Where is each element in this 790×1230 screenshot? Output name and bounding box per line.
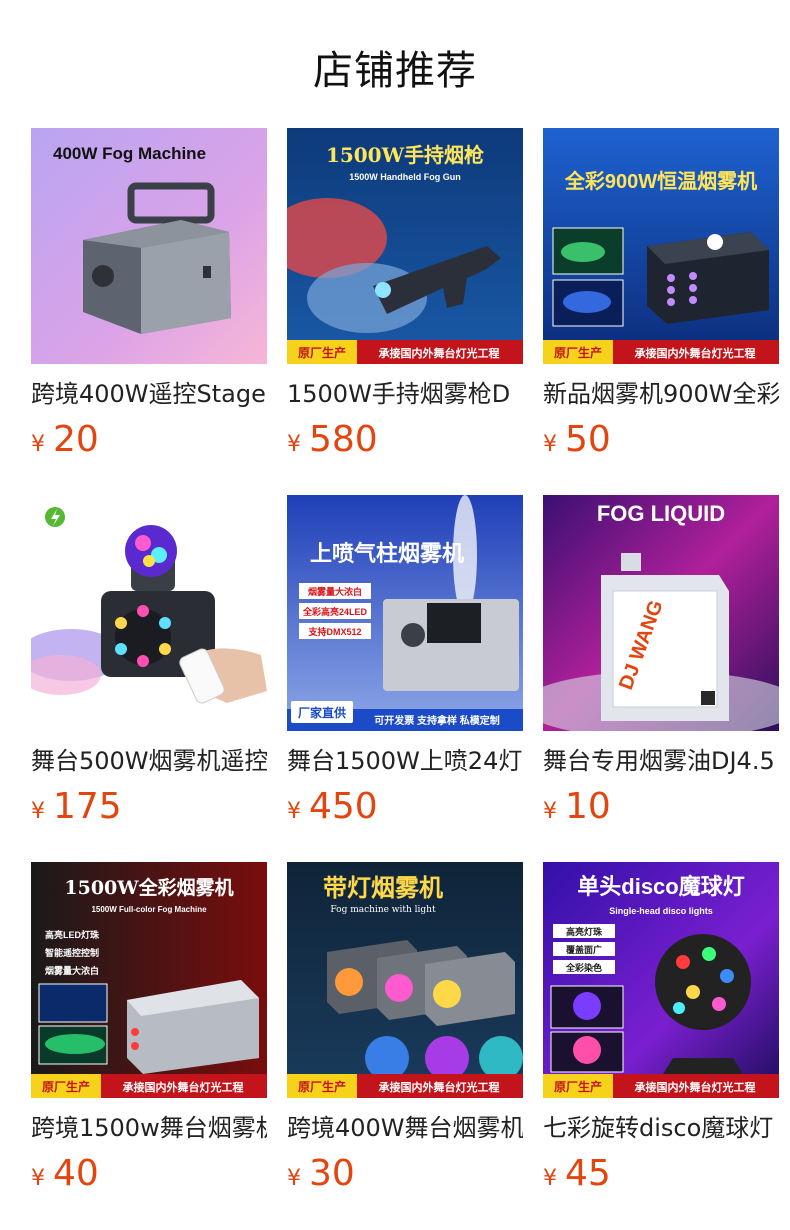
currency-symbol: ¥	[31, 1166, 45, 1191]
image-caption: 厂家直供	[298, 705, 346, 720]
currency-symbol: ¥	[31, 799, 45, 824]
currency-symbol: ¥	[543, 432, 557, 457]
image-caption: Fog machine with light	[330, 905, 436, 915]
image-caption: Single-head disco lights	[609, 906, 713, 916]
price-amount: 20	[53, 419, 99, 460]
image-caption: 承接国内外舞台灯光工程	[379, 1080, 500, 1094]
product-name[interactable]: 七彩旋转disco魔球灯	[543, 1112, 779, 1144]
product-card[interactable]: 单头disco魔球灯 Single-head disco lights 高亮灯珠…	[543, 862, 779, 1196]
image-caption: 烟雾量大浓白	[308, 586, 362, 597]
price-amount: 40	[53, 1153, 99, 1194]
price-amount: 450	[309, 786, 378, 827]
image-caption: 承接国内外舞台灯光工程	[635, 1080, 756, 1094]
currency-symbol: ¥	[287, 799, 301, 824]
product-card[interactable]: 带灯烟雾机 Fog machine with light 原厂生产 承接国内外舞…	[287, 862, 523, 1196]
image-caption: 单头disco魔球灯	[577, 874, 744, 899]
product-card[interactable]: 上喷气柱烟雾机 烟雾量大浓白 全彩高亮24LED 支持DMX512 厂家直供 可…	[287, 495, 523, 829]
product-image[interactable]: 1500W手持烟枪 1500W Handheld Fog Gun 原厂生产 承接…	[287, 128, 523, 364]
image-caption: 承接国内外舞台灯光工程	[379, 346, 500, 360]
image-caption: 1500W Full-color Fog Machine	[91, 905, 207, 914]
currency-symbol: ¥	[287, 432, 301, 457]
price-amount: 50	[565, 419, 611, 460]
product-card[interactable]: 全彩900W恒温烟雾机 原厂生产 承接国内外舞台灯光工程 新品烟雾机900W全彩…	[543, 128, 779, 462]
image-caption: 带灯烟雾机	[323, 875, 443, 902]
page-title: 店铺推荐	[313, 48, 477, 94]
price-amount: 175	[53, 786, 122, 827]
product-price: ¥580	[287, 418, 523, 462]
image-caption: 1500W Handheld Fog Gun	[349, 172, 461, 182]
image-caption: 原厂生产	[554, 345, 602, 360]
product-image[interactable]: FOG LIQUID DJ WANG	[543, 495, 779, 731]
product-card[interactable]: 1500W全彩烟雾机 1500W Full-color Fog Machine …	[31, 862, 267, 1196]
product-name[interactable]: 舞台专用烟雾油DJ4.5	[543, 745, 779, 777]
image-caption: 1500W手持烟枪	[326, 143, 484, 167]
image-caption: 可开发票 支持拿样 私模定制	[374, 714, 500, 727]
product-image[interactable]: 1500W全彩烟雾机 1500W Full-color Fog Machine …	[31, 862, 267, 1098]
product-price: ¥30	[287, 1152, 523, 1196]
product-image[interactable]: 带灯烟雾机 Fog machine with light 原厂生产 承接国内外舞…	[287, 862, 523, 1098]
product-image[interactable]: 全彩900W恒温烟雾机 原厂生产 承接国内外舞台灯光工程	[543, 128, 779, 364]
product-name[interactable]: 新品烟雾机900W全彩	[543, 378, 779, 410]
product-name[interactable]: 跨境400W舞台烟雾机	[287, 1112, 523, 1144]
image-caption: 高亮LED灯珠	[45, 929, 100, 940]
image-caption: 烟雾量大浓白	[45, 965, 99, 976]
product-price: ¥450	[287, 785, 523, 829]
image-caption: 全彩染色	[565, 962, 602, 973]
currency-symbol: ¥	[543, 799, 557, 824]
product-name[interactable]: 舞台1500W上喷24灯	[287, 745, 523, 777]
image-caption: 原厂生产	[42, 1079, 90, 1094]
image-caption: 承接国内外舞台灯光工程	[123, 1080, 244, 1094]
image-caption: 原厂生产	[554, 1079, 602, 1094]
product-image[interactable]: 400W Fog Machine	[31, 128, 267, 364]
currency-symbol: ¥	[287, 1166, 301, 1191]
image-caption: 覆盖面广	[566, 944, 602, 955]
image-caption: 智能遥控控制	[45, 947, 99, 958]
product-image[interactable]	[31, 495, 267, 731]
product-card[interactable]: 400W Fog Machine 跨境400W遥控Stage ¥20	[31, 128, 267, 462]
product-image[interactable]: 上喷气柱烟雾机 烟雾量大浓白 全彩高亮24LED 支持DMX512 厂家直供 可…	[287, 495, 523, 731]
product-price: ¥10	[543, 785, 779, 829]
product-card[interactable]: 舞台500W烟雾机遥控 ¥175	[31, 495, 267, 829]
image-caption: 原厂生产	[298, 1079, 346, 1094]
image-caption: 400W Fog Machine	[53, 144, 206, 163]
image-caption: 承接国内外舞台灯光工程	[635, 346, 756, 360]
image-caption: FOG LIQUID	[597, 501, 725, 526]
product-price: ¥50	[543, 418, 779, 462]
price-amount: 10	[565, 786, 611, 827]
product-name[interactable]: 舞台500W烟雾机遥控	[31, 745, 267, 777]
product-name[interactable]: 1500W手持烟雾枪D	[287, 378, 523, 410]
product-price: ¥175	[31, 785, 267, 829]
image-caption: 支持DMX512	[307, 626, 361, 637]
product-card[interactable]: 1500W手持烟枪 1500W Handheld Fog Gun 原厂生产 承接…	[287, 128, 523, 462]
image-caption: 全彩高亮24LED	[302, 606, 368, 617]
price-amount: 45	[565, 1153, 611, 1194]
price-amount: 580	[309, 419, 378, 460]
product-price: ¥20	[31, 418, 267, 462]
product-price: ¥40	[31, 1152, 267, 1196]
product-name[interactable]: 跨境1500w舞台烟雾机	[31, 1112, 267, 1144]
price-amount: 30	[309, 1153, 355, 1194]
image-caption: 上喷气柱烟雾机	[310, 541, 464, 566]
product-price: ¥45	[543, 1152, 779, 1196]
product-card[interactable]: FOG LIQUID DJ WANG 舞台专用烟雾油DJ4.5 ¥10	[543, 495, 779, 829]
image-caption: 高亮灯珠	[566, 926, 603, 937]
currency-symbol: ¥	[31, 432, 45, 457]
product-image[interactable]: 单头disco魔球灯 Single-head disco lights 高亮灯珠…	[543, 862, 779, 1098]
currency-symbol: ¥	[543, 1166, 557, 1191]
image-caption: 1500W全彩烟雾机	[64, 876, 233, 899]
image-caption: 全彩900W恒温烟雾机	[564, 169, 757, 193]
product-name[interactable]: 跨境400W遥控Stage	[31, 378, 267, 410]
image-caption: 原厂生产	[298, 345, 346, 360]
